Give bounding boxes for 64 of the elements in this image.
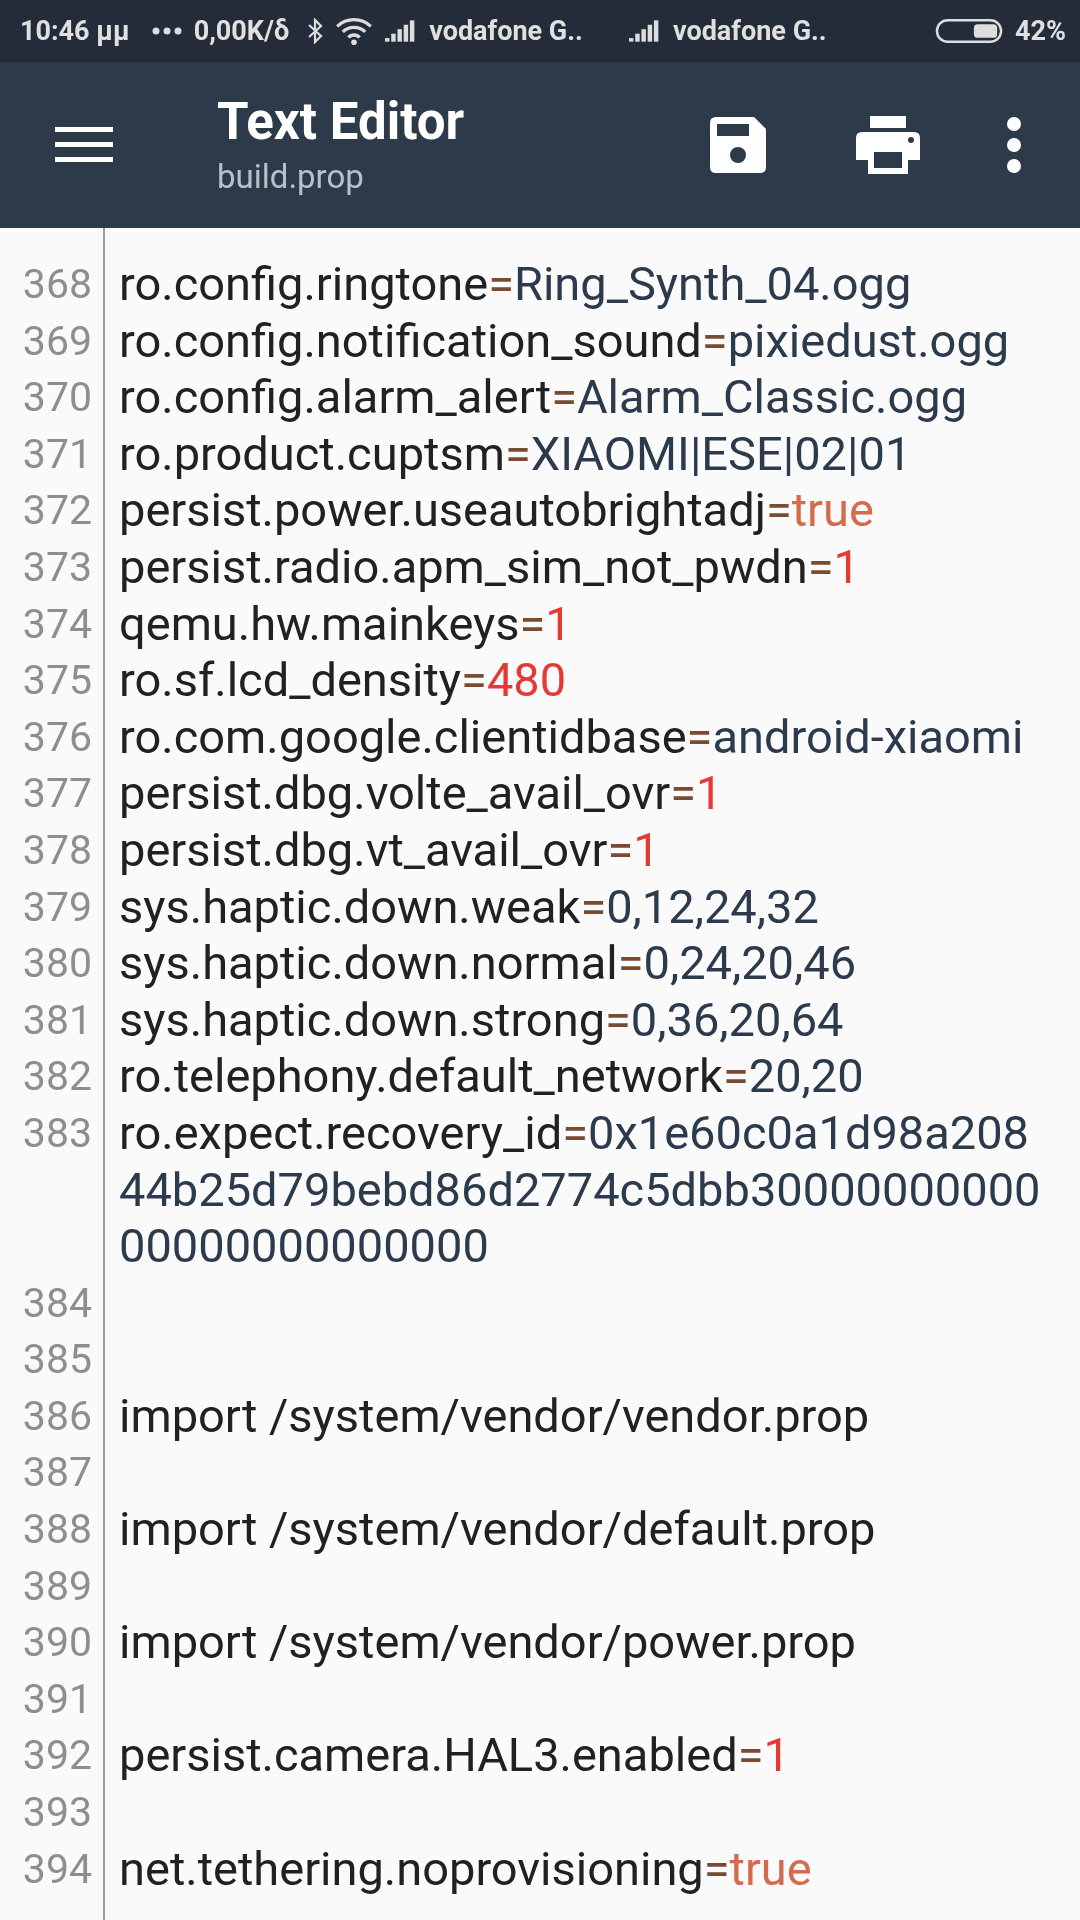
line-number: 370: [21, 372, 92, 424]
code-line: qemu.hw.mainkeys=1: [119, 595, 573, 653]
code-line: sys.haptic.down.strong=0,36,20,64: [119, 991, 845, 1049]
code-line: ro.expect.recovery_id=0x1e60c0a1d98a20844b25d79bebd86d2774c5dbb3000000000000000000000000: [119, 1104, 1042, 1275]
line-number: 383: [21, 1107, 92, 1159]
save-icon[interactable]: [710, 117, 766, 173]
wifi-icon: [335, 17, 374, 45]
code-line: ro.config.ringtone=Ring_Synth_04.ogg: [119, 256, 913, 313]
menu-icon[interactable]: [55, 127, 113, 163]
line-number: 390: [21, 1617, 92, 1669]
battery-percent: 42%: [1015, 15, 1066, 47]
line-number: 392: [21, 1730, 92, 1782]
code-line: persist.radio.apm_sim_not_pwdn=1: [119, 538, 861, 596]
clock: 10:46 μμ: [20, 15, 130, 47]
code-line: ro.config.alarm_alert=Alarm_Classic.ogg: [119, 369, 969, 426]
carrier-name: vodafone G..: [429, 15, 583, 47]
line-number: 373: [21, 541, 92, 593]
file-name: build.prop: [217, 156, 365, 196]
code-line: ro.sf.lcd_density=480: [119, 652, 568, 709]
line-number: 377: [21, 768, 92, 820]
line-number: 385: [21, 1334, 92, 1386]
carrier-name: vodafone G..: [672, 15, 827, 47]
code-line: ro.config.notification_sound=pixiedust.ogg: [119, 312, 1011, 370]
code-line: persist.camera.HAL3.enabled=1: [119, 1727, 791, 1785]
line-number: 391: [21, 1673, 92, 1725]
line-number: 381: [21, 994, 92, 1046]
line-number: 393: [21, 1787, 92, 1839]
code-line: persist.power.useautobrightadj=true: [119, 482, 875, 539]
code-line: persist.dbg.vt_avail_ovr=1: [119, 821, 661, 879]
line-number: 375: [21, 655, 92, 707]
line-number: 389: [21, 1560, 92, 1612]
line-number: 368: [21, 259, 92, 310]
line-number: 388: [21, 1504, 92, 1556]
more-notifications-icon: [151, 27, 182, 35]
code-line: ro.product.cuptsm=XIAOMI|ESE|02|01: [119, 425, 913, 483]
more-options-icon[interactable]: [1006, 117, 1022, 173]
line-number: 386: [21, 1390, 92, 1442]
signal-icon: [628, 20, 661, 42]
code-line: net.tethering.noprovisioning=true: [119, 1840, 813, 1898]
line-number: 378: [21, 824, 92, 876]
line-number: 369: [21, 315, 92, 367]
network-speed: 0,00K/δ: [193, 15, 290, 47]
line-number: 372: [21, 485, 92, 537]
line-number: 384: [21, 1277, 92, 1329]
line-number: 394: [21, 1843, 92, 1895]
code-line: import /system/vendor/default.prop: [119, 1501, 877, 1558]
line-number: 380: [21, 938, 92, 990]
code-line: persist.dbg.volte_avail_ovr=1: [119, 765, 724, 822]
code-line: sys.haptic.down.normal=0,24,20,46: [119, 935, 858, 992]
app-title: Text Editor: [217, 94, 466, 151]
line-number: 376: [21, 711, 92, 763]
bluetooth-icon: [307, 18, 324, 44]
code-line: ro.telephony.default_network=20,20: [119, 1048, 865, 1105]
code-line: ro.com.google.clientidbase=android-xiaomi: [119, 708, 1025, 766]
print-icon[interactable]: [856, 116, 920, 174]
line-number: 374: [21, 598, 92, 650]
code-line: import /system/vendor/power.prop: [119, 1614, 857, 1671]
line-number: 379: [21, 881, 92, 933]
code-line: sys.haptic.down.weak=0,12,24,32: [119, 878, 820, 936]
line-number: 382: [21, 1051, 92, 1103]
line-number: 387: [21, 1447, 92, 1499]
line-number: 371: [21, 428, 92, 480]
battery-icon: [935, 18, 1004, 44]
code-line: import /system/vendor/vendor.prop: [119, 1387, 871, 1445]
